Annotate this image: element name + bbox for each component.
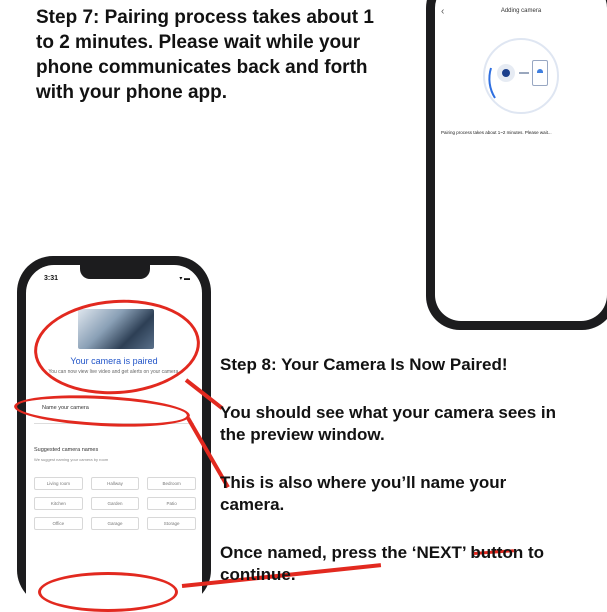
phone-adding-camera: ‹ Adding camera Pairing process takes ab… [426,0,607,330]
suggestion-chip[interactable]: Patio [147,497,196,510]
suggestion-chip[interactable]: Garage [90,517,140,530]
step8-name-text: This is also where you’ll name your came… [220,473,507,514]
connection-dash [519,72,529,74]
name-suggestions: Living room Hallway Bedroom Kitchen Gard… [34,477,196,530]
phone-notch [80,265,150,279]
step8-heading: Step 8: Your Camera Is Now Paired! [220,355,508,374]
suggestion-chip[interactable]: Kitchen [34,497,83,510]
status-time: 3:31 [44,275,59,282]
suggestion-chip[interactable]: Garden [90,497,140,510]
step7-instruction: Step 7: Pairing process takes about 1 to… [36,7,374,103]
status-icons: ▾ ▬ [179,276,190,282]
suggestion-chip[interactable]: Bedroom [147,477,196,490]
step8-next-text: Once named, press the ‘NEXT’ button to c… [220,543,544,584]
suggestion-chip[interactable]: Storage [147,517,196,530]
phone-screen: ‹ Adding camera Pairing process takes ab… [435,0,607,321]
screen-title: Adding camera [500,8,542,14]
suggested-subtitle: We suggest naming your camera by room [34,457,109,462]
phone-wifi-icon [532,60,548,86]
camera-icon [497,64,515,82]
suggested-title: Suggested camera names [34,447,99,453]
annotation-ring-next [38,572,178,612]
step8-preview-text: You should see what your camera sees in … [220,403,557,444]
pairing-message: Pairing process takes about 1~2 minutes.… [441,130,552,135]
suggestion-chip[interactable]: Living room [34,477,83,490]
suggestion-chip[interactable]: Office [34,517,83,530]
suggestion-chip[interactable]: Hallway [90,477,140,490]
